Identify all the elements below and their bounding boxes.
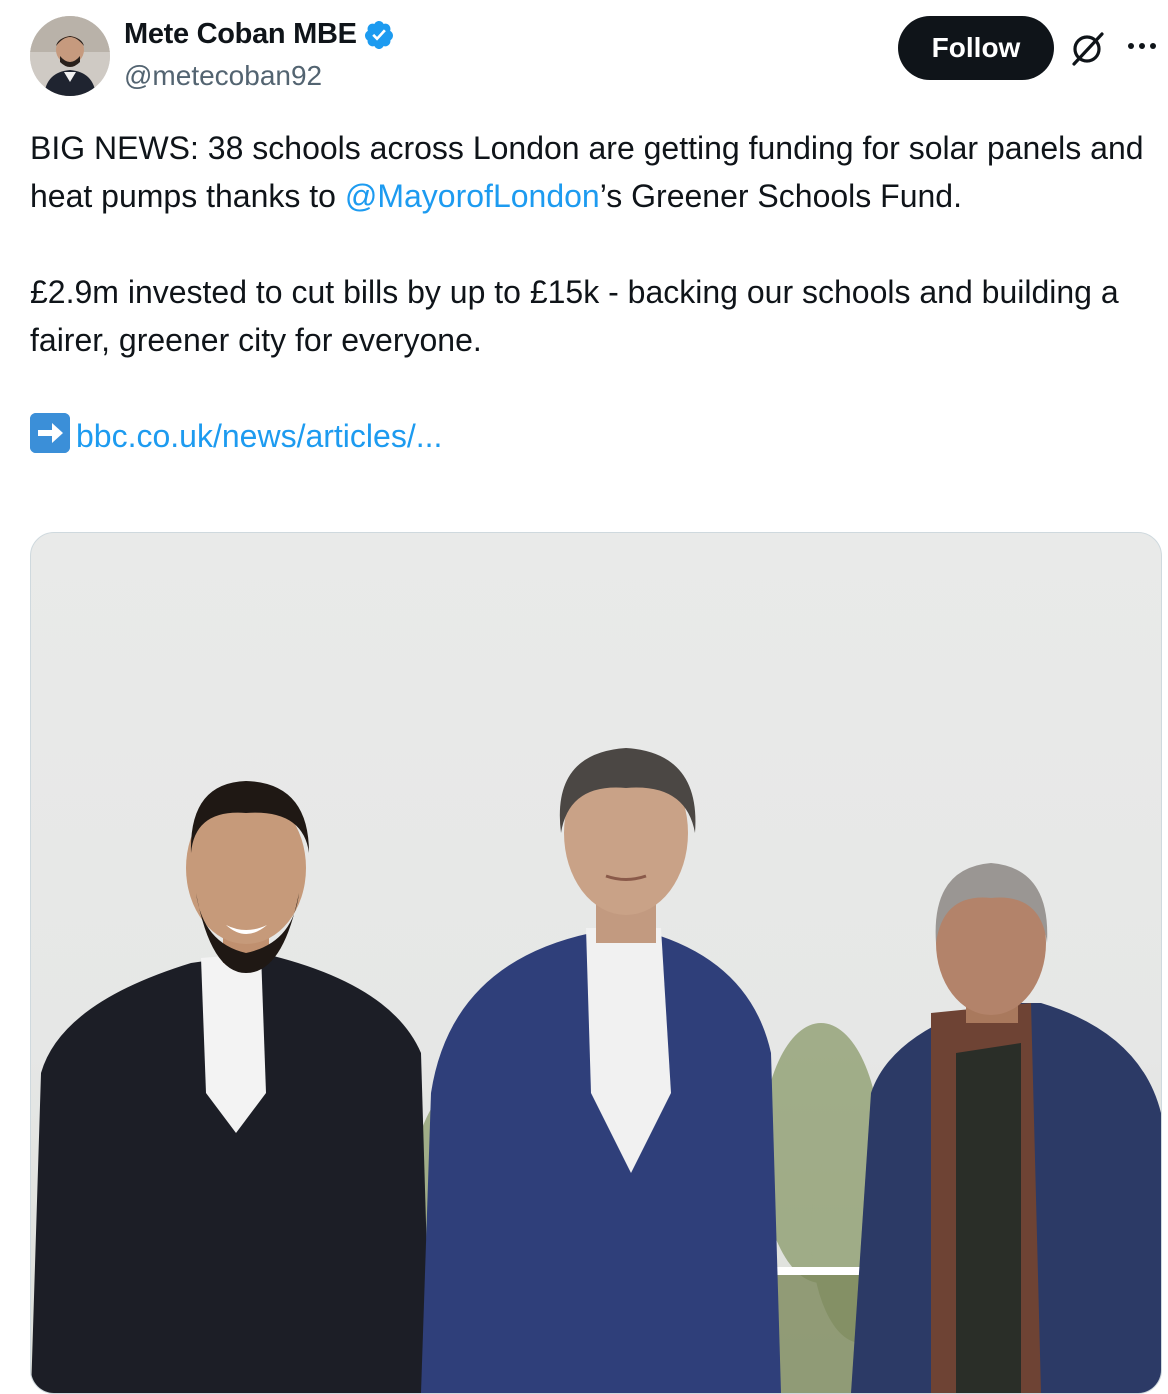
grok-icon[interactable]: [1068, 28, 1108, 68]
tweet-link-row: bbc.co.uk/news/articles/...: [30, 412, 1150, 460]
right-arrow-emoji-icon: [30, 413, 70, 453]
person-middle: [421, 748, 781, 1393]
person-right: [851, 863, 1161, 1393]
mention-link[interactable]: @MayorofLondon: [345, 178, 600, 214]
tweet-media-image[interactable]: [30, 532, 1162, 1394]
author-handle[interactable]: @metecoban92: [124, 60, 322, 92]
author-display-name[interactable]: Mete Coban MBE: [124, 18, 357, 51]
photo-three-men: [31, 748, 1161, 1393]
verified-badge-icon: [363, 19, 395, 51]
more-options-icon[interactable]: [1122, 24, 1162, 64]
author-name-row: Mete Coban MBE: [124, 18, 395, 51]
article-link[interactable]: bbc.co.uk/news/articles/...: [76, 418, 442, 454]
tweet-paragraph-1: BIG NEWS: 38 schools across London are g…: [30, 124, 1150, 220]
author-avatar[interactable]: [30, 16, 110, 96]
tweet-paragraph-2: £2.9m invested to cut bills by up to £15…: [30, 274, 1119, 358]
tweet-text: BIG NEWS: 38 schools across London are g…: [30, 124, 1150, 460]
follow-button[interactable]: Follow: [898, 16, 1054, 80]
person-left: [31, 781, 431, 1393]
tweet-text-part: ’s Greener Schools Fund.: [599, 178, 962, 214]
avatar-image: [30, 16, 110, 96]
